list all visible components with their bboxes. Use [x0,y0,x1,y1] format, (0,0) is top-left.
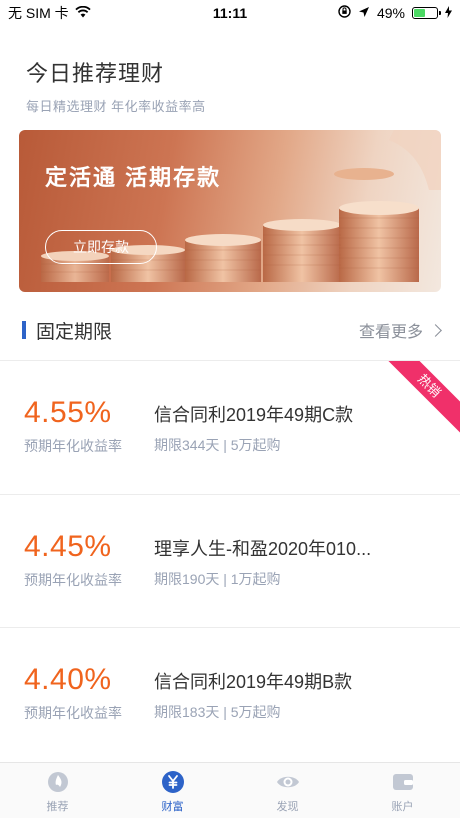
view-more-link[interactable]: 查看更多 [358,318,442,342]
coin-stacks-illustration [41,130,441,282]
banner-title: 定活通 活期存款 [45,165,222,190]
product-meta: 期限183天 | 5万起购 [154,704,281,720]
tab-bar: 推荐 财富 发现 账户 [0,762,460,818]
promo-banner[interactable]: 定活通 活期存款 立即存款 [19,130,441,292]
product-rate-label: 预期年化收益率 [24,705,122,721]
wifi-icon [75,5,91,21]
tab-discover[interactable]: 发现 [230,763,345,818]
tab-wealth[interactable]: 财富 [115,763,230,818]
product-item[interactable]: 4.45% 预期年化收益率 理享人生-和盈2020年010... 期限190天 … [0,495,460,628]
flame-icon [47,772,68,792]
product-rate-label: 预期年化收益率 [24,438,122,454]
section-title: 固定期限 [36,321,113,343]
chevron-right-icon [429,323,442,337]
section-header: 固定期限 查看更多 [22,318,442,343]
section-accent-bar [22,321,26,339]
orientation-lock-icon [338,5,351,21]
battery-percent: 49% [376,5,405,21]
hot-sale-badge: 热销 [382,361,460,433]
product-rate: 4.55% [24,396,112,429]
tab-recommend[interactable]: 推荐 [0,763,115,818]
location-icon [358,5,370,21]
tab-label: 发现 [276,801,299,813]
deposit-now-button[interactable]: 立即存款 [45,230,157,264]
tab-account[interactable]: 账户 [345,763,460,818]
tab-label: 账户 [391,801,414,813]
page-subtitle: 每日精选理财 年化率收益率高 [26,99,206,114]
view-more-label: 查看更多 [358,324,423,341]
product-rate: 4.40% [24,663,112,696]
product-name: 信合同利2019年49期B款 [154,672,353,692]
status-bar: 无 SIM 卡 11:11 49% [0,0,460,26]
charging-icon [445,5,452,21]
product-item[interactable]: 4.40% 预期年化收益率 信合同利2019年49期B款 期限183天 | 5万… [0,628,460,761]
wallet-icon [392,774,413,790]
product-meta: 期限190天 | 1万起购 [154,571,281,587]
tab-label: 财富 [161,801,184,813]
yuan-icon [161,771,184,793]
page-header: 今日推荐理财 每日精选理财 年化率收益率高 [26,56,206,115]
product-item[interactable]: 4.55% 预期年化收益率 信合同利2019年49期C款 期限344天 | 5万… [0,361,460,494]
carrier-label: 无 SIM 卡 [8,5,69,21]
page-title: 今日推荐理财 [26,61,165,86]
eye-icon [276,776,299,788]
battery-icon [412,7,441,19]
product-name: 信合同利2019年49期C款 [154,405,354,425]
product-rate: 4.45% [24,530,112,563]
tab-label: 推荐 [46,801,69,813]
product-rate-label: 预期年化收益率 [24,572,122,588]
battery-level [414,9,425,17]
product-meta: 期限344天 | 5万起购 [154,437,281,453]
product-name: 理享人生-和盈2020年010... [154,539,372,559]
